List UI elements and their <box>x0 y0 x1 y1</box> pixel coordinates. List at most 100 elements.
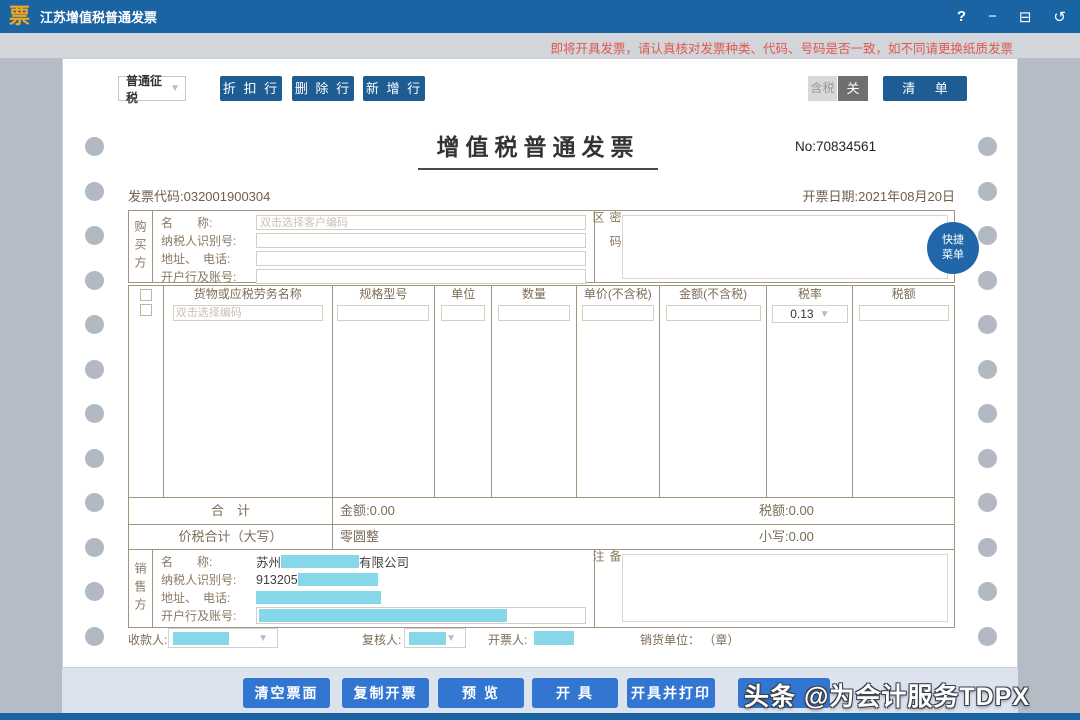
binder-hole <box>85 626 104 646</box>
clear-invoice-button[interactable]: 清空票面 <box>243 678 330 708</box>
tax-amount-input[interactable] <box>858 305 949 321</box>
buyer-name-input[interactable] <box>256 215 586 230</box>
binder-hole <box>85 315 104 334</box>
buyer-bank-input[interactable] <box>256 269 586 284</box>
window-controls: ? − ⊟ ↺ <box>957 0 1066 33</box>
binder-hole <box>978 537 997 557</box>
tax-rate-select[interactable]: 0.13 ▼ <box>771 305 848 323</box>
unit-input[interactable] <box>441 305 486 321</box>
quick-menu-line2: 菜单 <box>942 249 964 261</box>
redaction-block <box>281 555 360 568</box>
column-unit-price: 单价(不含税) <box>577 286 660 497</box>
items-table: 货物或应税劳务名称 规格型号 单位 数量 单价(不含税) 金额(不含税) 税率 … <box>128 285 955 498</box>
redaction-block <box>409 631 447 645</box>
buyer-name-label: 名 称: <box>161 216 213 230</box>
totals-tax: 税额:0.00 <box>759 503 814 518</box>
tax-rate-header: 税率 <box>797 287 822 301</box>
delete-row-button[interactable]: 删 除 行 <box>292 76 354 101</box>
remark-area: 备注 <box>591 550 954 627</box>
issue-button[interactable]: 开 具 <box>532 678 618 708</box>
redaction-block <box>534 631 574 645</box>
password-area-box[interactable] <box>622 215 948 279</box>
buyer-address-row: 地址、 电话: <box>161 250 594 267</box>
spec-input[interactable] <box>337 305 430 321</box>
totals-label: 合 计 <box>129 498 333 524</box>
invoice-date: 开票日期:2021年08月20日 <box>802 189 955 204</box>
binder-hole <box>85 448 104 468</box>
invoice-number: No:70834561 <box>795 139 877 154</box>
unit-price-input[interactable] <box>581 305 654 321</box>
buyer-taxid-row: 纳税人识别号: <box>161 232 594 249</box>
issue-and-print-button[interactable]: 开具并打印 <box>627 678 715 708</box>
binder-hole <box>85 537 104 557</box>
discount-row-button[interactable]: 折 扣 行 <box>220 76 282 101</box>
buyer-section: 购买方 名 称: 纳税人识别号: 地址、 电话: 开户行及账号: 密码区 <box>128 210 955 285</box>
quantity-header: 数量 <box>522 287 547 301</box>
buyer-section-label: 购买方 <box>133 219 147 274</box>
binder-hole <box>978 315 997 334</box>
seller-fields: 名 称: 苏州 有限公司 纳税人识别号: 913205 地址、 电话: 开户行及… <box>153 550 594 627</box>
preview-button[interactable]: 预 览 <box>438 678 524 708</box>
tax-rate-value: 0.13 <box>790 307 814 321</box>
reviewer-select[interactable]: ▼ <box>404 628 466 648</box>
binder-hole <box>978 582 997 601</box>
quick-menu-button[interactable]: 快捷 菜单 <box>927 222 979 274</box>
seller-address-label: 地址、 电话: <box>161 591 231 605</box>
watermark: 头条 @为会计服务TDPX <box>744 677 1030 713</box>
reviewer-label: 复核人: <box>362 633 402 647</box>
seller-bank-field[interactable] <box>256 607 586 624</box>
column-tax-rate: 税率 0.13 ▼ <box>767 286 854 497</box>
binder-hole <box>85 582 104 601</box>
quantity-input[interactable] <box>498 305 571 321</box>
redaction-block <box>297 573 378 586</box>
password-area: 密码区 <box>591 211 954 282</box>
row-checkbox[interactable] <box>139 304 152 316</box>
payee-label: 收款人: <box>128 633 168 647</box>
undo-icon[interactable]: ↺ <box>1053 8 1066 26</box>
redaction-block <box>259 609 507 622</box>
amount-header: 金额(不含税) <box>679 287 748 301</box>
seller-taxid-row: 纳税人识别号: 913205 <box>161 571 594 588</box>
redaction-block <box>173 631 229 645</box>
buyer-address-label: 地址、 电话: <box>161 252 231 266</box>
remark-box[interactable] <box>622 554 948 622</box>
buyer-address-input[interactable] <box>256 251 586 266</box>
totals-row: 合 计 金额:0.00 税额:0.00 <box>128 498 955 525</box>
list-button[interactable]: 清 单 <box>883 76 967 101</box>
restore-window-icon[interactable]: ⊟ <box>1019 8 1032 26</box>
payee-select[interactable]: ▼ <box>168 628 278 648</box>
buyer-bank-row: 开户行及账号: <box>161 268 594 285</box>
unit-price-header: 单价(不含税) <box>583 287 652 301</box>
binder-hole <box>978 181 997 201</box>
redaction-block <box>256 591 381 604</box>
buyer-taxid-label: 纳税人识别号: <box>161 234 237 248</box>
binder-hole <box>85 404 104 423</box>
grand-total-figures: 小写:0.00 <box>759 529 814 544</box>
app-window: 票 江苏增值税普通发票 ? − ⊟ ↺ 即将开具发票，请认真核对发票种类、代码、… <box>0 0 1080 720</box>
help-icon[interactable]: ? <box>957 8 966 25</box>
column-quantity: 数量 <box>492 286 577 497</box>
binder-hole <box>978 626 997 646</box>
binder-hole <box>978 137 997 156</box>
goods-name-input[interactable] <box>172 305 323 321</box>
tax-mode-value: 普通征税 <box>126 73 163 105</box>
buyer-taxid-input[interactable] <box>256 233 586 248</box>
chevron-down-icon: ▼ <box>446 632 456 644</box>
titlebar: 票 江苏增值税普通发票 ? − ⊟ ↺ <box>0 0 1080 33</box>
remark-label: 备注 <box>591 550 622 596</box>
amount-input[interactable] <box>665 305 761 321</box>
binder-hole <box>85 137 104 156</box>
column-amount: 金额(不含税) <box>660 286 768 497</box>
minimize-icon[interactable]: − <box>988 8 997 25</box>
seller-bank-label: 开户行及账号: <box>161 609 237 623</box>
row-checkbox[interactable] <box>139 289 152 301</box>
tax-mode-select[interactable]: 普通征税 ▼ <box>118 74 186 105</box>
window-title: 江苏增值税普通发票 <box>40 10 158 25</box>
buyer-name-row: 名 称: <box>161 214 594 231</box>
copy-invoice-button[interactable]: 复制开票 <box>342 678 429 708</box>
seller-section-label-cell: 销售方 <box>129 550 153 627</box>
seller-name-suffix: 有限公司 <box>359 556 410 570</box>
tax-included-toggle[interactable]: 关 <box>838 76 868 101</box>
add-row-button[interactable]: 新 增 行 <box>363 76 425 101</box>
tax-included-label[interactable]: 含税 <box>808 76 837 101</box>
